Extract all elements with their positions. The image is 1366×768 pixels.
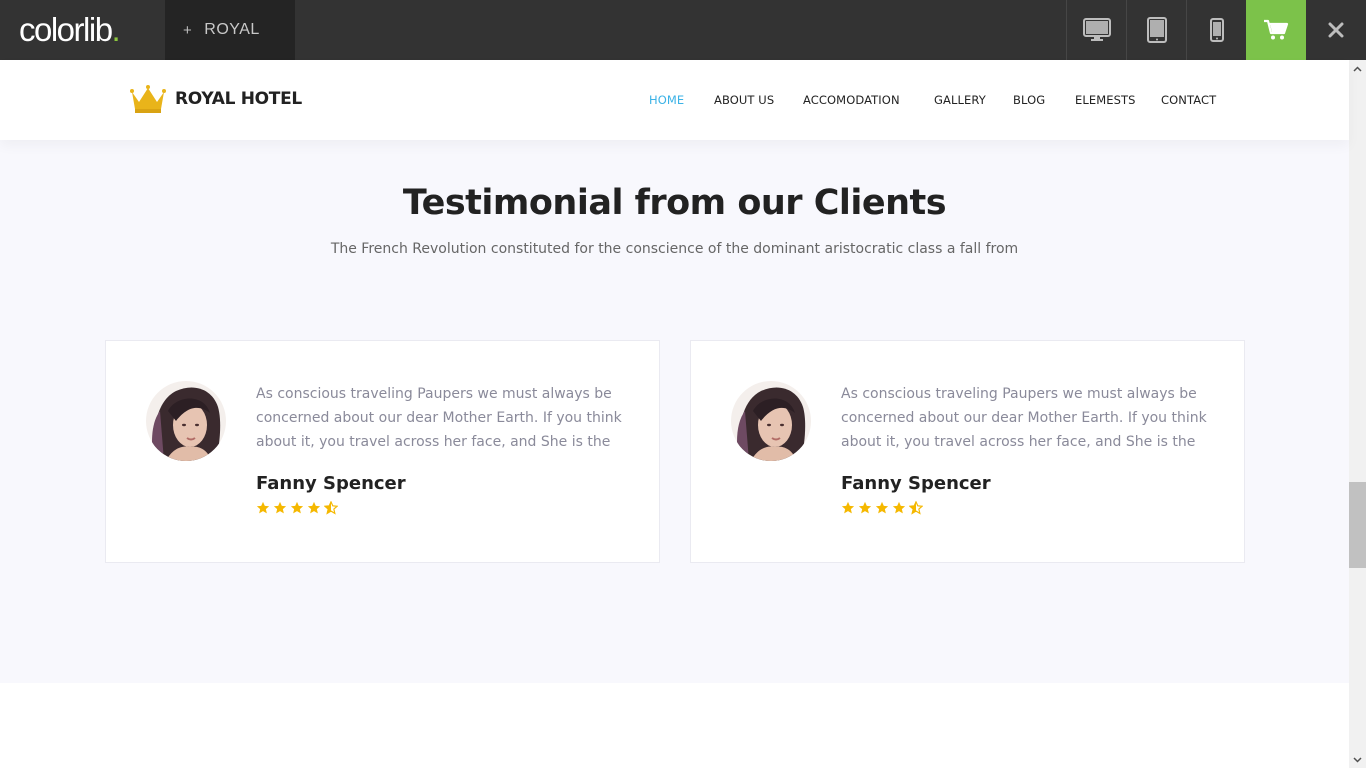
- next-section: [0, 683, 1349, 768]
- nav-home[interactable]: HOME: [649, 93, 684, 107]
- close-icon: [1328, 22, 1344, 38]
- chevron-up-icon: [1353, 65, 1362, 72]
- star-icon: [858, 501, 872, 514]
- scrollbar-thumb[interactable]: [1349, 482, 1366, 568]
- client-avatar: [146, 381, 226, 461]
- testimonial-quote: As conscious traveling Paupers we must a…: [841, 386, 1207, 450]
- page-scrollbar[interactable]: [1349, 60, 1366, 768]
- desktop-icon: [1082, 18, 1111, 41]
- client-name: Fanny Spencer: [841, 473, 991, 494]
- nav-blog[interactable]: BLOG: [1013, 93, 1045, 107]
- site-header: ROYAL HOTEL HOME ABOUT US ACCOMODATION G…: [0, 60, 1349, 140]
- client-avatar: [731, 381, 811, 461]
- preview-bar: colorlib. + ROYAL: [0, 0, 1366, 60]
- testimonial-quote: As conscious traveling Paupers we must a…: [256, 386, 622, 450]
- cart-icon: [1264, 19, 1289, 40]
- nav-accomodation[interactable]: ACCOMODATION: [803, 93, 900, 107]
- colorlib-logo[interactable]: colorlib.: [0, 0, 165, 60]
- tablet-view-button[interactable]: [1126, 0, 1186, 60]
- star-icon: [273, 501, 287, 514]
- scroll-down-button[interactable]: [1349, 751, 1366, 768]
- star-half-icon: [909, 501, 923, 515]
- nav-gallery[interactable]: GALLERY: [934, 93, 986, 107]
- client-name: Fanny Spencer: [256, 473, 406, 494]
- mobile-icon: [1209, 18, 1224, 42]
- theme-name: ROYAL: [204, 21, 260, 38]
- buy-theme-button[interactable]: [1246, 0, 1306, 60]
- tablet-icon: [1146, 17, 1167, 43]
- star-icon: [892, 501, 906, 514]
- star-icon: [290, 501, 304, 514]
- nav-about-us[interactable]: ABOUT US: [714, 93, 774, 107]
- scroll-up-button[interactable]: [1349, 60, 1366, 77]
- nav-elements[interactable]: ELEMESTS: [1075, 93, 1136, 107]
- nav-contact[interactable]: CONTACT: [1161, 93, 1216, 107]
- brand-text: colorlib: [19, 11, 113, 48]
- star-icon: [256, 501, 270, 514]
- theme-selector[interactable]: + ROYAL: [165, 0, 295, 60]
- star-icon: [875, 501, 889, 514]
- section-subtitle: The French Revolution constituted for th…: [330, 241, 1019, 257]
- testimonial-card: As conscious traveling Paupers we must a…: [105, 340, 660, 563]
- main-nav: HOME ABOUT US ACCOMODATION GALLERY BLOG …: [0, 60, 1349, 140]
- chevron-down-icon: [1353, 756, 1362, 763]
- star-icon: [841, 501, 855, 514]
- desktop-view-button[interactable]: [1066, 0, 1126, 60]
- star-half-icon: [324, 501, 338, 515]
- plus-icon: +: [183, 21, 193, 39]
- brand-dot: .: [111, 11, 121, 48]
- testimonial-card: As conscious traveling Paupers we must a…: [690, 340, 1245, 563]
- rating-stars: [256, 501, 338, 515]
- section-title: Testimonial from our Clients: [402, 183, 947, 223]
- star-icon: [307, 501, 321, 514]
- mobile-view-button[interactable]: [1186, 0, 1246, 60]
- close-preview-button[interactable]: [1306, 0, 1366, 60]
- rating-stars: [841, 501, 923, 515]
